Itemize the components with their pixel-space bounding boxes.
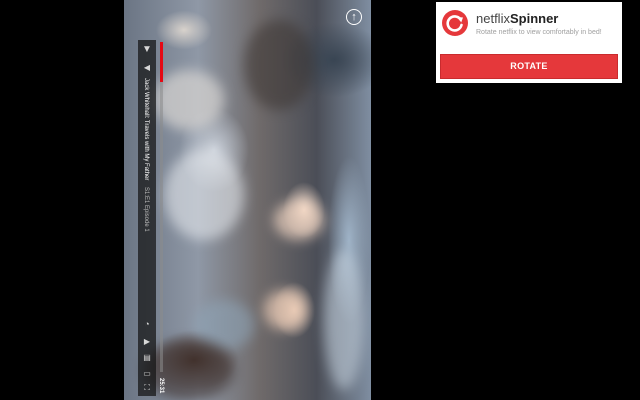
back-arrow-icon[interactable]: ▼	[140, 44, 154, 56]
episode-title: Jack Whitehall: Travels with My Father	[143, 78, 149, 181]
extension-tagline: Rotate netflix to view comfortably in be…	[476, 29, 602, 36]
video-crowd-shape	[324, 250, 364, 390]
volume-icon[interactable]: ◀	[140, 62, 154, 74]
video-crowd-shape	[264, 290, 304, 330]
fullscreen-icon[interactable]: ⛶	[140, 382, 154, 394]
rotate-button[interactable]: ROTATE	[440, 54, 618, 79]
rotate-logo-icon	[442, 10, 468, 36]
video-crowd-shape	[244, 20, 314, 110]
video-crowd-shape	[154, 70, 224, 130]
video-crowd-shape	[164, 150, 244, 240]
next-episode-icon[interactable]: ▶	[140, 336, 154, 348]
progress-fill	[160, 42, 163, 82]
video-crowd-shape	[274, 200, 324, 240]
brand-prefix: netflix	[476, 11, 510, 26]
extension-name: netflixSpinner	[476, 11, 558, 26]
player-control-bar: ▼ ◀ Jack Whitehall: Travels with My Fath…	[138, 40, 156, 396]
episode-number: S1:E1 Episode 1	[143, 187, 149, 232]
upload-arrow-icon[interactable]: ↑	[346, 9, 362, 25]
episodes-icon[interactable]: ▤	[140, 352, 154, 364]
brand-name: Spinner	[509, 11, 559, 26]
speed-icon[interactable]: ◔	[140, 318, 154, 330]
audio-subtitles-icon[interactable]: ▭	[140, 368, 154, 380]
elapsed-time: 25:31	[158, 378, 164, 394]
screen: ↑ ▼ ◀ Jack Whitehall: Travels with My Fa…	[0, 0, 640, 400]
netflix-spinner-popup: netflixSpinner Rotate netflix to view co…	[436, 2, 622, 83]
episode-info: Jack Whitehall: Travels with My Father S…	[142, 78, 149, 232]
progress-bar[interactable]	[160, 42, 163, 372]
